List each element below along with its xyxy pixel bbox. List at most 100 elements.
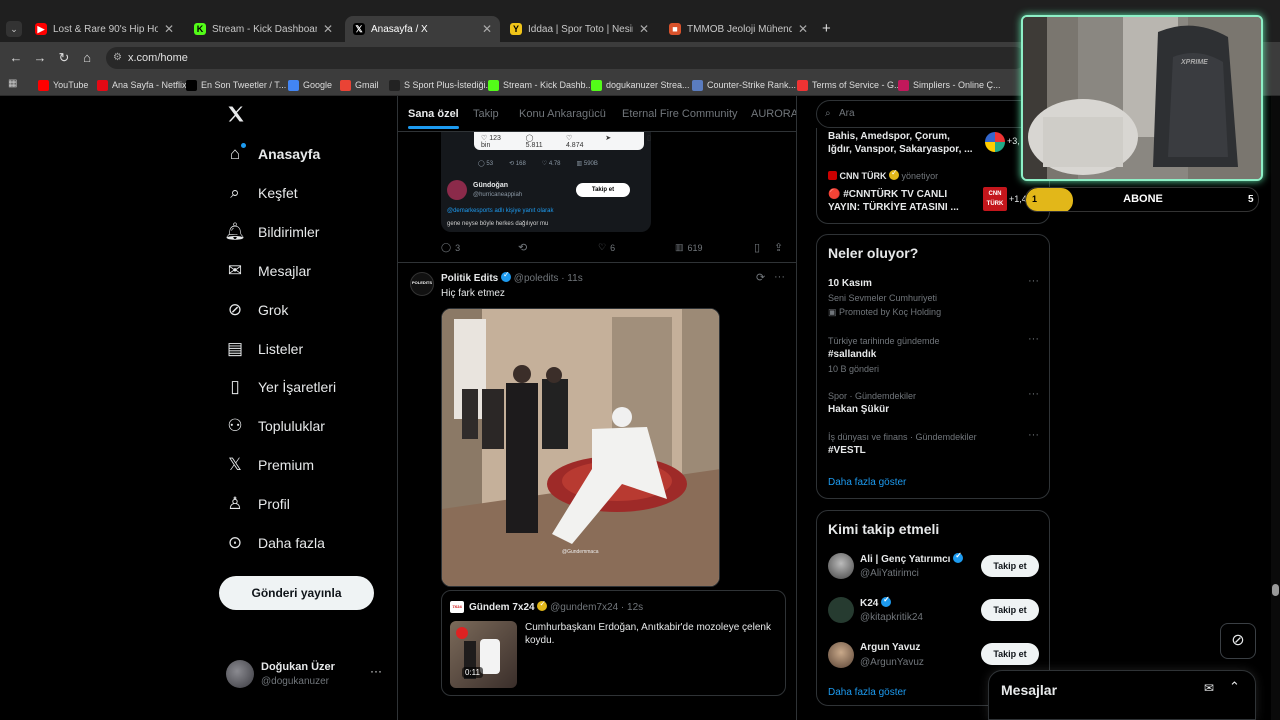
nav-item-list[interactable]: ▤ Listeler (226, 339, 303, 358)
bookmark-icon: ▯ (230, 377, 240, 397)
site-info-icon[interactable]: ⚙ (113, 47, 122, 69)
bookmark-item[interactable]: Terms of Service - G... (797, 77, 902, 93)
grok-floating-button[interactable]: ⊘ (1220, 623, 1256, 659)
account-switcher[interactable]: Doğukan Üzer @dogukanuzer ··· (226, 658, 386, 692)
tweet-video[interactable]: @Gundemmaca (441, 308, 720, 587)
tweet-author-handle[interactable]: @poledits (514, 273, 559, 284)
browser-tab[interactable]: ■ TMMOB Jeoloji Mühendisleri O ✕ (661, 16, 816, 42)
page-scrollbar[interactable] (1271, 96, 1280, 720)
more-dots-icon[interactable]: ··· (1028, 275, 1039, 287)
close-tab-icon[interactable]: ✕ (482, 22, 492, 36)
browser-tab[interactable]: Y İddaa | Spor Toto | Nesine.com ✕ (502, 16, 657, 42)
bookmark-item[interactable]: S Sport Plus-İstediği... (389, 77, 493, 93)
tweet-time[interactable]: · 11s (561, 273, 583, 284)
avatar[interactable] (828, 642, 854, 668)
apps-grid-icon[interactable]: ▦ (8, 78, 17, 89)
expand-up-icon[interactable]: ⌃ (1229, 679, 1240, 695)
browser-tab[interactable]: 𝕏 Anasayfa / X ✕ (345, 16, 500, 42)
close-tab-icon[interactable]: ✕ (164, 22, 174, 36)
avatar[interactable] (828, 553, 854, 579)
reload-icon[interactable]: ↻ (56, 50, 72, 66)
nav-item-mail[interactable]: ✉ Mesajlar (226, 261, 311, 280)
live-item-text[interactable]: Bahis, Amedspor, Çorum, Iğdır, Vanspor, … (828, 130, 976, 156)
nav-item-search[interactable]: ⌕ Keşfet (226, 183, 297, 202)
who-show-more-link[interactable]: Daha fazla göster (828, 687, 906, 698)
nav-item-bookmark[interactable]: ▯ Yer İşaretleri (226, 377, 336, 397)
tab-search-button[interactable]: ⌄ (6, 21, 22, 37)
reply-action[interactable]: ◯ 3 (441, 242, 460, 253)
bookmark-item[interactable]: YouTube (38, 77, 88, 93)
bookmark-item[interactable]: Counter-Strike Rank... (692, 77, 796, 93)
retweet-action[interactable]: ⟲ (518, 241, 527, 254)
bookmark-item[interactable]: Google (288, 77, 332, 93)
follow-button[interactable]: Takip et (981, 643, 1039, 665)
close-tab-icon[interactable]: ✕ (639, 22, 649, 36)
url-input[interactable]: ⚙ x.com/home (106, 47, 1026, 69)
quote-time: · 12s (620, 602, 644, 613)
nav-item-more-circle[interactable]: ⊙ Daha fazla (226, 533, 325, 552)
bookmark-favicon-icon (898, 79, 909, 91)
tab-following[interactable]: Takip (473, 108, 499, 120)
suggestion-name[interactable]: Argun Yavuz (860, 642, 920, 653)
x-logo-icon[interactable] (226, 104, 248, 126)
bookmark-item[interactable]: Stream - Kick Dashb... (488, 77, 593, 93)
webcam-overlay: XPRIME (1021, 15, 1263, 181)
new-tab-button[interactable]: + (822, 20, 831, 37)
avatar[interactable] (828, 597, 854, 623)
more-dots-icon[interactable]: ··· (1028, 388, 1039, 400)
nav-item-x-logo[interactable]: 𝕏 Premium (226, 455, 314, 474)
avatar[interactable]: POLEDITS (410, 272, 434, 296)
scrollbar-thumb[interactable] (1272, 584, 1279, 596)
post-button[interactable]: Gönderi yayınla (219, 576, 374, 610)
back-icon[interactable]: ← (8, 50, 24, 66)
more-dots-icon[interactable]: ··· (1028, 429, 1039, 441)
search-input[interactable]: ⌕ Ara (816, 100, 1046, 128)
bookmark-item[interactable]: En Son Tweetler / T... (186, 77, 286, 93)
tab-auroras[interactable]: AURORAS (751, 108, 796, 120)
tab-eternal-fire[interactable]: Eternal Fire Community (622, 108, 738, 120)
browser-tab[interactable]: K Stream - Kick Dashboard ✕ (186, 16, 341, 42)
nav-item-grok[interactable]: ⊘ Grok (226, 300, 288, 319)
more-dots-icon[interactable]: ··· (774, 271, 785, 283)
views-action[interactable]: ▥ 619 (675, 242, 703, 253)
browser-tab[interactable]: ▶ Lost & Rare 90's Hip Hop | Unre ✕ (27, 16, 182, 42)
share-action[interactable]: ⇪ (774, 241, 783, 254)
nav-item-home[interactable]: ⌂ Anasayfa (226, 143, 320, 163)
trend-title[interactable]: #sallandık (828, 349, 876, 360)
close-tab-icon[interactable]: ✕ (323, 22, 333, 36)
more-circle-icon: ⊙ (227, 533, 243, 552)
trend-title[interactable]: #VESTL (828, 445, 866, 456)
tweet-author-name[interactable]: Politik Edits (441, 273, 498, 284)
close-tab-icon[interactable]: ✕ (798, 22, 808, 36)
more-dots-icon[interactable]: ··· (370, 664, 382, 678)
quoted-tweet[interactable]: 7X24 Gündem 7x24 @gundem7x24 · 12s 0:11 … (441, 590, 786, 696)
cnn-live-text[interactable]: 🔴 #CNNTÜRK TV CANLI YAYIN: TÜRKİYE ATASI… (828, 188, 973, 214)
suggestion-name[interactable]: K24 (860, 595, 892, 609)
trends-show-more-link[interactable]: Daha fazla göster (828, 477, 906, 488)
follow-button[interactable]: Takip et (981, 599, 1039, 621)
trend-title[interactable]: Hakan Şükür (828, 404, 889, 415)
bookmark-item[interactable]: Gmail (340, 77, 379, 93)
follow-button[interactable]: Takip et (981, 555, 1039, 577)
messages-drawer[interactable]: Mesajlar ✉ ⌃ (988, 670, 1256, 720)
nav-item-bell[interactable]: 🔔︎ Bildirimler (224, 222, 319, 241)
nav-item-communities[interactable]: ⚇ Topluluklar (226, 416, 325, 435)
bookmark-item[interactable]: Simpliers - Online Ç... (898, 77, 1001, 93)
notification-dot (241, 143, 246, 148)
tab-ankaragucu[interactable]: Konu Ankaragücü (519, 108, 606, 120)
grok-icon[interactable]: ⟳ (756, 271, 765, 284)
bookmark-action[interactable]: ▯ (754, 241, 760, 254)
more-dots-icon[interactable]: ··· (1028, 333, 1039, 345)
like-action[interactable]: ♡ 6 (598, 242, 615, 253)
nav-item-profile[interactable]: ♙ Profil (226, 494, 290, 513)
nav-label: Daha fazla (258, 535, 325, 551)
bookmark-item[interactable]: Ana Sayfa - Netflix (97, 77, 187, 93)
tab-for-you[interactable]: Sana özel (408, 108, 459, 129)
trend-title[interactable]: 10 Kasım (828, 278, 872, 289)
bookmark-item[interactable]: dogukanuzer Strea... (591, 77, 690, 93)
suggestion-name[interactable]: Ali | Genç Yatırımcı (860, 551, 964, 565)
forward-icon[interactable]: → (32, 50, 48, 66)
home-page-icon[interactable]: ⌂ (79, 50, 95, 66)
home-timeline: ♡ 123 bin ◯ 5.811 ♡ 4.874 ➤ ▯ ◯ 53 ⟲ 168 … (397, 96, 797, 720)
new-message-icon[interactable]: ✉ (1204, 681, 1214, 695)
